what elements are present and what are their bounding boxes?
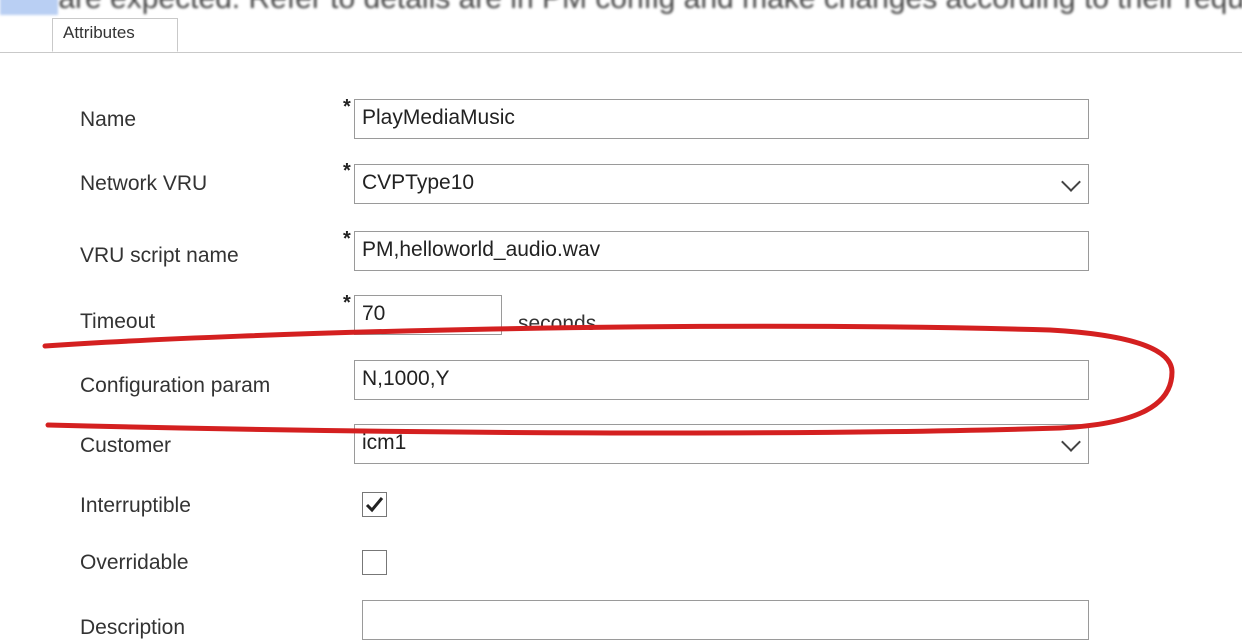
timeout-unit-label: seconds — [518, 312, 597, 335]
interruptible-label: Interruptible — [80, 494, 191, 517]
name-input[interactable]: PlayMediaMusic — [354, 99, 1089, 139]
checkmark-icon — [365, 497, 384, 513]
banner-highlight — [0, 0, 59, 15]
vru-script-name-label: VRU script name — [80, 244, 239, 267]
red-annotation-ellipse — [42, 323, 1175, 436]
tab-strip: Attributes — [0, 18, 1242, 53]
network-vru-value: CVPType10 — [362, 171, 475, 194]
timeout-required-mark: * — [343, 292, 351, 314]
chevron-down-icon[interactable] — [1061, 172, 1081, 192]
network-vru-required-mark: * — [343, 160, 351, 182]
configuration-param-input[interactable]: N,1000,Y — [354, 360, 1089, 400]
vru-script-name-input[interactable]: PM,helloworld_audio.wav — [354, 231, 1089, 271]
name-required-mark: * — [343, 96, 351, 118]
name-label: Name — [80, 108, 137, 131]
customer-value: icm1 — [362, 431, 407, 454]
interruptible-checkbox[interactable] — [362, 492, 387, 517]
chevron-down-icon[interactable] — [1061, 432, 1081, 452]
description-input[interactable] — [362, 600, 1089, 640]
overridable-label: Overridable — [80, 551, 189, 574]
overridable-checkbox[interactable] — [362, 550, 387, 575]
network-vru-select[interactable]: CVPType10 — [354, 164, 1089, 204]
timeout-label: Timeout — [80, 310, 156, 333]
banner-text: are expected. Refer to details are in PM… — [0, 0, 1242, 18]
description-label: Description — [80, 616, 186, 639]
network-vru-label: Network VRU — [80, 172, 208, 195]
configuration-param-label: Configuration param — [80, 374, 271, 397]
banner-text-content: are expected. Refer to details are in PM… — [58, 0, 1242, 15]
customer-select[interactable]: icm1 — [354, 424, 1089, 464]
vru-script-name-required-mark: * — [343, 228, 351, 250]
timeout-input[interactable]: 70 — [354, 295, 502, 335]
tab-attributes[interactable]: Attributes — [52, 18, 178, 52]
customer-label: Customer — [80, 434, 172, 457]
